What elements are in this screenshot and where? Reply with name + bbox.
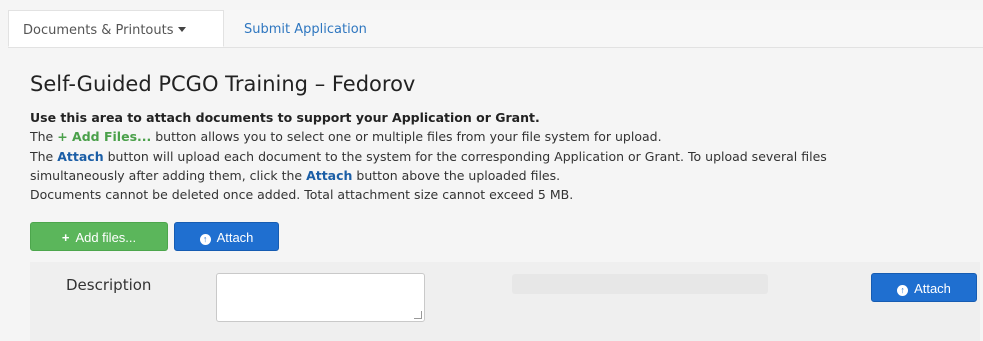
add-files-highlight: + Add Files... (57, 129, 152, 144)
instruction-line-simultaneous: simultaneously after adding them, click … (30, 168, 560, 183)
attach-all-label: Attach (216, 230, 254, 245)
instruction-text: The (30, 149, 58, 164)
upload-icon: ↑ (897, 285, 909, 296)
attach-row-button[interactable]: ↑ Attach (871, 273, 977, 302)
page-title: Self-Guided PCGO Training – Fedorov (30, 72, 416, 96)
add-files-button[interactable]: + Add files... (30, 222, 168, 251)
instruction-line-limits: Documents cannot be deleted once added. … (30, 187, 574, 202)
tab-submit-application[interactable]: Submit Application (230, 10, 381, 47)
tab-bar: Documents & Printouts Submit Application (8, 10, 983, 48)
instruction-text: button above the uploaded files. (352, 168, 561, 183)
caret-down-icon (177, 27, 186, 32)
instruction-text: The (30, 129, 58, 144)
tab-submit-application-label: Submit Application (244, 22, 367, 37)
instruction-text: simultaneously after adding them, click … (30, 168, 307, 183)
instructions-lead: Use this area to attach documents to sup… (30, 110, 540, 125)
description-field[interactable] (216, 273, 425, 322)
upload-icon: ↑ (199, 234, 211, 245)
attach-row-label: Attach (914, 281, 951, 296)
add-files-label: Add files... (75, 230, 137, 245)
instruction-text: button allows you to select one or multi… (151, 129, 662, 144)
attach-all-button[interactable]: ↑ Attach (174, 222, 279, 251)
instruction-line-add-files: The + Add Files... button allows you to … (30, 129, 662, 144)
upload-progress-bar (512, 274, 768, 294)
description-label: Description (66, 276, 152, 294)
resize-grip-icon[interactable] (414, 311, 422, 319)
instruction-text: button will upload each document to the … (103, 149, 827, 164)
plus-icon: + (61, 230, 70, 245)
attach-highlight: Attach (306, 168, 353, 183)
upload-row (30, 262, 980, 341)
instruction-line-attach: The Attach button will upload each docum… (30, 149, 827, 164)
tab-documents-printouts[interactable]: Documents & Printouts (8, 10, 224, 47)
tab-documents-printouts-label: Documents & Printouts (23, 23, 174, 38)
attach-highlight: Attach (57, 149, 104, 164)
